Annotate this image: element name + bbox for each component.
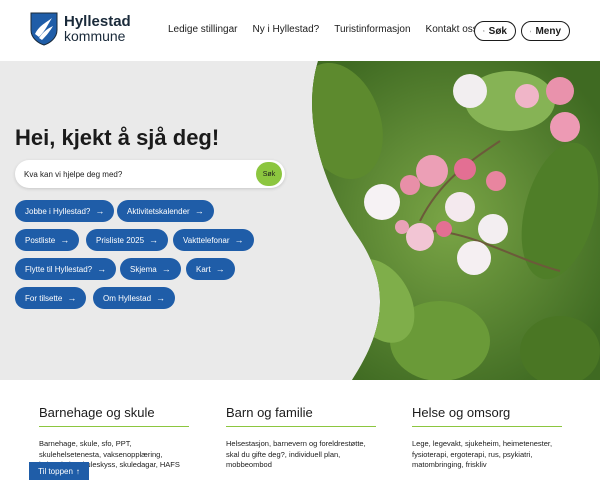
- quicklink-label: Postliste: [25, 235, 56, 245]
- search-icon: [483, 30, 485, 32]
- hero-search-input[interactable]: [24, 166, 249, 182]
- quicklink-for-tilsette[interactable]: For tilsette →: [15, 287, 87, 309]
- quicklink-label: Aktivitetskalender: [127, 206, 190, 216]
- section-title[interactable]: Barn og familie: [226, 405, 376, 427]
- arrow-up-icon: ↑: [75, 466, 80, 476]
- quicklink-kart[interactable]: Kart →: [186, 258, 235, 280]
- arrow-right-icon: →: [215, 264, 225, 274]
- quicklink-label: Om Hyllestad: [103, 293, 152, 303]
- main-nav: Ledige stillingar Ny i Hyllestad? Turist…: [168, 24, 493, 35]
- header-search-label: Søk: [488, 25, 507, 37]
- nav-ledige-stillingar[interactable]: Ledige stillingar: [168, 24, 238, 35]
- section-helse-og-omsorg[interactable]: Helse og omsorg Lege, legevakt, sjukehei…: [412, 405, 562, 471]
- quicklink-prisliste-2025[interactable]: Prisliste 2025 →: [86, 229, 169, 251]
- header-search-button[interactable]: Søk: [474, 21, 516, 41]
- quicklink-label: Prisliste 2025: [96, 235, 145, 245]
- nav-kontakt-oss[interactable]: Kontakt oss: [426, 24, 478, 35]
- quicklink-label: Jobbe i Hyllestad?: [25, 206, 91, 216]
- section-title[interactable]: Helse og omsorg: [412, 405, 562, 427]
- coat-of-arms-icon: [30, 12, 58, 46]
- arrow-right-icon: →: [95, 206, 105, 216]
- back-to-top-label: Til toppen: [38, 466, 73, 476]
- section-barn-og-familie[interactable]: Barn og familie Helsestasjon, barnevern …: [226, 405, 376, 471]
- quicklink-postliste[interactable]: Postliste →: [15, 229, 80, 251]
- arrow-right-icon: →: [234, 235, 244, 245]
- quicklink-label: Vakttelefonar: [183, 235, 230, 245]
- header-menu-label: Meny: [535, 25, 561, 37]
- quicklink-label: Skjema: [130, 264, 157, 274]
- site-header: Hyllestad kommune Ledige stillingar Ny i…: [0, 0, 600, 61]
- quicklink-skjema[interactable]: Skjema →: [120, 258, 181, 280]
- quicklink-flytte-til-hyllestad[interactable]: Flytte til Hyllestad? →: [15, 258, 117, 280]
- quicklink-om-hyllestad[interactable]: Om Hyllestad →: [93, 287, 176, 309]
- logo[interactable]: Hyllestad kommune: [30, 12, 131, 46]
- quicklink-label: Flytte til Hyllestad?: [25, 264, 93, 274]
- hero-section: Hei, kjekt å sjå deg! Søk Jobbe i Hylles…: [0, 61, 600, 380]
- nav-turistinformasjon[interactable]: Turistinformasjon: [334, 24, 410, 35]
- section-description: Helsestasjon, barnevern og foreldrestøtt…: [226, 439, 366, 469]
- section-title[interactable]: Barnehage og skule: [39, 405, 189, 427]
- arrow-right-icon: →: [161, 264, 171, 274]
- nav-ny-i-hyllestad[interactable]: Ny i Hyllestad?: [253, 24, 320, 35]
- arrow-right-icon: →: [67, 293, 77, 303]
- hero-title: Hei, kjekt å sjå deg!: [15, 125, 220, 150]
- quicklink-jobbe-i-hyllestad[interactable]: Jobbe i Hyllestad? →: [15, 200, 115, 222]
- hamburger-icon: [530, 30, 532, 32]
- hero-search-box: Søk: [15, 160, 285, 188]
- arrow-right-icon: →: [149, 235, 159, 245]
- brand-sub: kommune: [64, 28, 126, 44]
- back-to-top-button[interactable]: Til toppen ↑: [29, 462, 89, 480]
- brand-name: Hyllestad: [64, 13, 131, 30]
- hero-search-button[interactable]: Søk: [256, 162, 282, 186]
- quicklink-label: For tilsette: [25, 293, 63, 303]
- quicklink-label: Kart: [196, 264, 211, 274]
- header-menu-button[interactable]: Meny: [521, 21, 570, 41]
- arrow-right-icon: →: [97, 264, 107, 274]
- arrow-right-icon: →: [194, 206, 204, 216]
- quicklink-vakttelefonar[interactable]: Vakttelefonar →: [173, 229, 254, 251]
- arrow-right-icon: →: [156, 293, 166, 303]
- quicklink-aktivitetskalender[interactable]: Aktivitetskalender →: [117, 200, 214, 222]
- section-description: Lege, legevakt, sjukeheim, heimetenester…: [412, 439, 553, 469]
- arrow-right-icon: →: [60, 235, 70, 245]
